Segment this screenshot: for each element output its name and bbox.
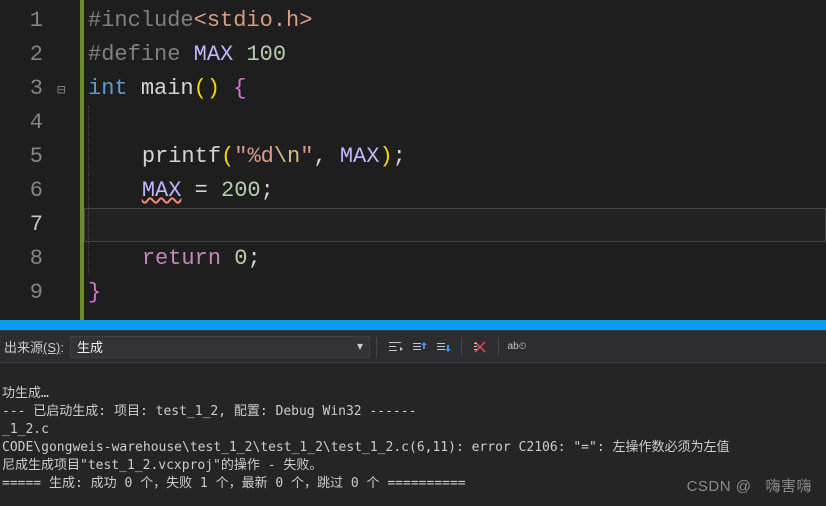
output-toolbar: 出来源(S): 生成 ab⏲ (0, 331, 826, 363)
token-string-quote: " (234, 144, 247, 169)
token-define: define (101, 42, 193, 67)
token-open-paren: ( (194, 76, 207, 101)
panel-separator[interactable] (0, 320, 826, 330)
line-number-gutter: 1 2 3 4 5 6 7 8 9 (0, 0, 55, 320)
token-number: 200 (221, 178, 261, 203)
watermark: CSDN @ 嗨害嗨 (687, 475, 812, 496)
token-space (128, 76, 141, 101)
token-semicolon: ; (247, 246, 260, 271)
fold-gutter: ⊟ (55, 0, 80, 320)
output-line: 尼成生成项目"test_1_2.vcxproj"的操作 - 失败。 (2, 458, 322, 473)
token-macro: MAX (194, 42, 234, 67)
token-comma: , (313, 144, 339, 169)
clear-output-icon[interactable] (469, 336, 491, 358)
token-string-quote: " (300, 144, 313, 169)
code-line[interactable]: return 0; (84, 242, 826, 276)
code-line[interactable]: printf("%d\n", MAX); (84, 140, 826, 174)
token-close-paren: ) (379, 144, 392, 169)
token-rest: = (181, 178, 221, 203)
next-message-icon[interactable] (432, 336, 454, 358)
toolbar-separator (498, 337, 499, 357)
line-number: 6 (0, 174, 43, 208)
line-number: 5 (0, 140, 43, 174)
line-number: 3 (0, 72, 43, 106)
timestamp-icon[interactable]: ab⏲ (506, 336, 528, 358)
token-return: return (142, 246, 221, 271)
token-string-body: %d (247, 144, 273, 169)
output-line: 功生成… (2, 386, 49, 401)
token-space (220, 76, 233, 101)
output-source-label: 出来源(S): (4, 337, 64, 356)
code-line[interactable]: MAX = 200; (84, 174, 826, 208)
token-keyword: int (88, 76, 128, 101)
token-open-paren: ( (221, 144, 234, 169)
output-line: ===== 生成: 成功 0 个，失败 1 个，最新 0 个，跳过 0 个 ==… (2, 476, 466, 491)
token-fn: main (141, 76, 194, 101)
token-number: 0 (234, 246, 247, 271)
code-editor[interactable]: 1 2 3 4 5 6 7 8 9 ⊟ #include<stdio.h> #d… (0, 0, 826, 320)
output-source-select[interactable]: 生成 (70, 336, 370, 358)
line-number: 4 (0, 106, 43, 140)
code-line[interactable] (84, 106, 826, 140)
token-semicolon: ; (393, 144, 406, 169)
line-number: 7 (0, 208, 43, 242)
token-include-path: <stdio.h> (194, 8, 313, 33)
output-line: --- 已启动生成: 项目: test_1_2, 配置: Debug Win32… (2, 404, 416, 419)
current-line-highlight (84, 208, 826, 242)
code-line[interactable]: } (84, 276, 826, 310)
line-number: 2 (0, 38, 43, 72)
toolbar-separator (376, 337, 377, 357)
word-wrap-icon[interactable] (384, 336, 406, 358)
token-space (221, 246, 234, 271)
code-line[interactable]: #define MAX 100 (84, 38, 826, 72)
line-number: 8 (0, 242, 43, 276)
token-semicolon: ; (261, 178, 274, 203)
token-fn: printf (142, 144, 221, 169)
token-include: include (101, 8, 193, 33)
code-line[interactable]: #include<stdio.h> (84, 4, 826, 38)
line-number: 9 (0, 276, 43, 310)
fold-collapse-icon[interactable]: ⊟ (55, 74, 65, 108)
code-line[interactable]: int main() { (84, 72, 826, 106)
token-open-brace: { (233, 76, 246, 101)
token-macro-error: MAX (142, 178, 182, 203)
token-hash: # (88, 42, 101, 67)
output-line: _1_2.c (2, 422, 49, 437)
token-close-brace: } (88, 280, 101, 305)
token-hash: # (88, 8, 101, 33)
token-space (233, 42, 246, 67)
code-content[interactable]: #include<stdio.h> #define MAX 100 int ma… (80, 0, 826, 320)
token-close-paren: ) (207, 76, 220, 101)
output-line: CODE\gongweis-warehouse\test_1_2\test_1_… (2, 440, 729, 455)
prev-message-icon[interactable] (408, 336, 430, 358)
token-escape: \n (274, 144, 300, 169)
token-number: 100 (246, 42, 286, 67)
token-macro: MAX (340, 144, 380, 169)
toolbar-separator (461, 337, 462, 357)
line-number: 1 (0, 4, 43, 38)
